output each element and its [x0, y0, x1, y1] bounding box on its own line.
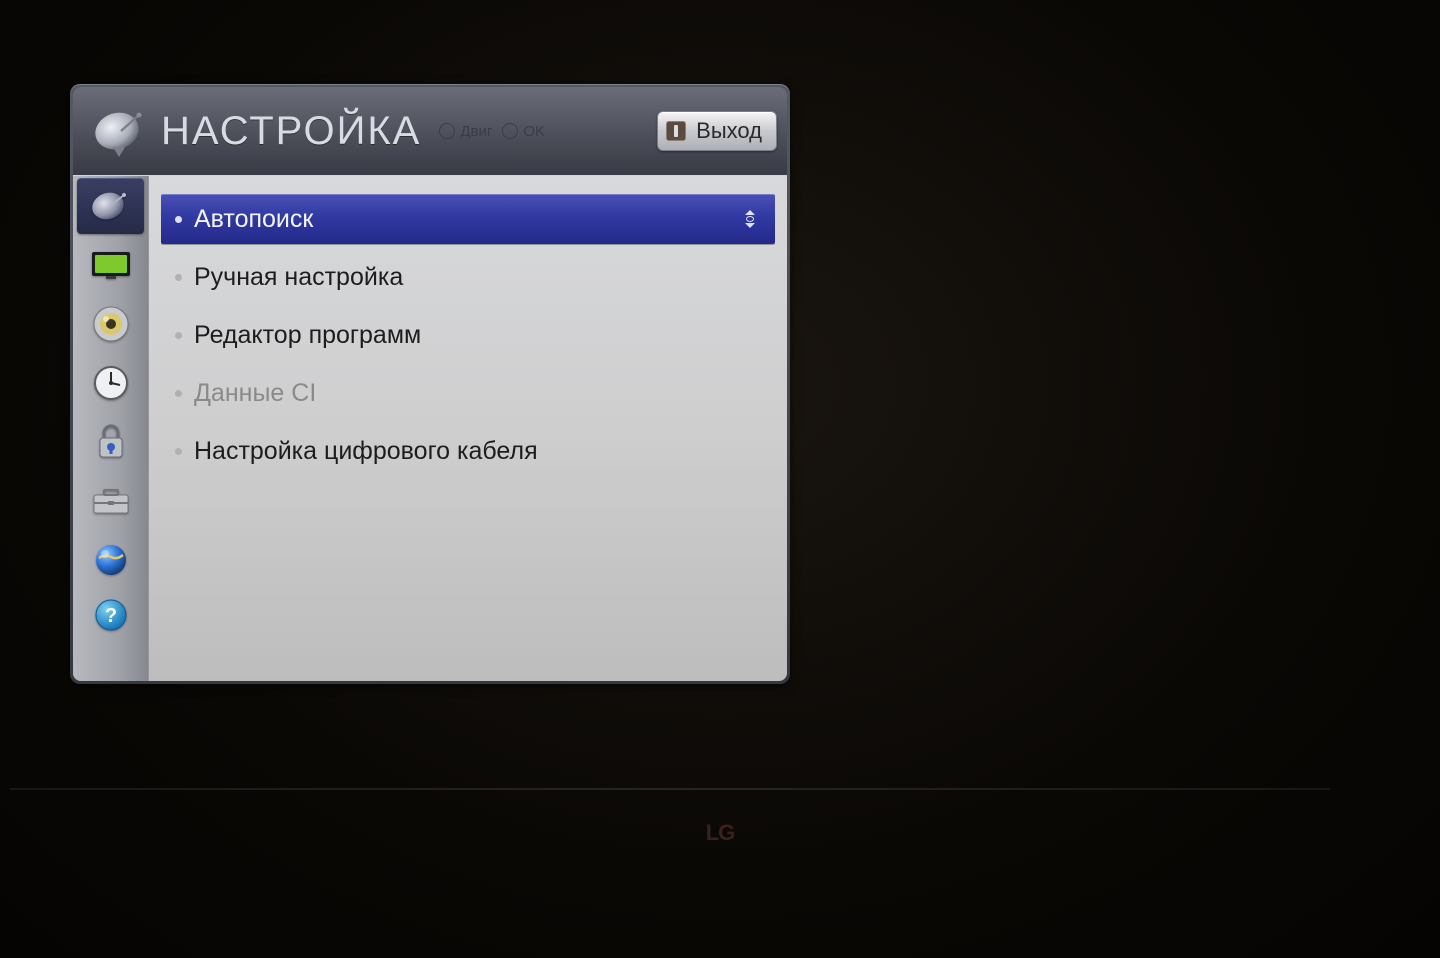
clock-icon	[91, 363, 131, 403]
hint-ok-label: OK	[523, 123, 545, 140]
dish-icon	[88, 186, 134, 226]
bullet-icon	[175, 274, 182, 281]
help-icon: ?	[94, 598, 128, 632]
bullet-icon	[175, 448, 182, 455]
page-title: НАСТРОЙКА	[161, 109, 421, 154]
exit-icon	[666, 121, 686, 141]
sidebar-item-audio[interactable]	[77, 296, 144, 352]
dpad-icon	[439, 123, 455, 139]
hint-move-label: Двиг	[460, 123, 492, 140]
menu-item-label: Автопоиск	[194, 205, 313, 234]
toolbox-icon	[90, 485, 132, 517]
menu-item-label: Ручная настройка	[194, 263, 403, 292]
globe-icon	[91, 540, 131, 580]
bullet-icon	[175, 216, 182, 223]
menu-item-autotune[interactable]: Автопоиск	[161, 194, 775, 244]
lock-icon	[93, 422, 129, 462]
exit-button-label: Выход	[696, 118, 762, 144]
menu-item-label: Данные CI	[194, 379, 316, 408]
exit-button[interactable]: Выход	[657, 111, 777, 151]
speaker-icon	[91, 304, 131, 344]
header-hints: Двиг OK	[439, 123, 545, 140]
ok-icon	[502, 123, 518, 139]
hint-move: Двиг	[439, 123, 492, 140]
hint-ok: OK	[502, 123, 545, 140]
menu-item-manual-tune[interactable]: Ручная настройка	[161, 252, 775, 302]
osd-body: ? Автопоиск Ручная настройка	[73, 175, 787, 681]
osd-header: НАСТРОЙКА Двиг OK Выход	[73, 87, 787, 175]
picture-icon	[90, 249, 132, 281]
header-icon-dish	[73, 87, 169, 175]
bezel-divider	[10, 788, 1330, 790]
bullet-icon	[175, 332, 182, 339]
svg-text:?: ?	[104, 605, 116, 627]
sidebar-item-network[interactable]	[77, 532, 144, 588]
updown-icon	[743, 210, 757, 228]
menu-item-program-edit[interactable]: Редактор программ	[161, 310, 775, 360]
menu-item-ci-data: Данные CI	[161, 368, 775, 418]
content-pane: Автопоиск Ручная настройка Редактор прог…	[149, 176, 787, 681]
sidebar-item-option[interactable]	[77, 473, 144, 529]
menu-list: Автопоиск Ручная настройка Редактор прог…	[161, 194, 775, 476]
osd-window: НАСТРОЙКА Двиг OK Выход	[70, 84, 790, 684]
sidebar-item-support[interactable]: ?	[77, 591, 144, 639]
sidebar-item-setup[interactable]	[77, 178, 144, 234]
menu-item-label: Настройка цифрового кабеля	[194, 437, 538, 466]
sidebar: ?	[73, 176, 149, 681]
tv-brand-logo: LG	[693, 820, 748, 846]
bullet-icon	[175, 390, 182, 397]
sidebar-item-lock[interactable]	[77, 414, 144, 470]
menu-item-digital-cable-setup[interactable]: Настройка цифрового кабеля	[161, 426, 775, 476]
sidebar-item-picture[interactable]	[77, 237, 144, 293]
menu-item-label: Редактор программ	[194, 321, 421, 350]
sidebar-item-time[interactable]	[77, 355, 144, 411]
